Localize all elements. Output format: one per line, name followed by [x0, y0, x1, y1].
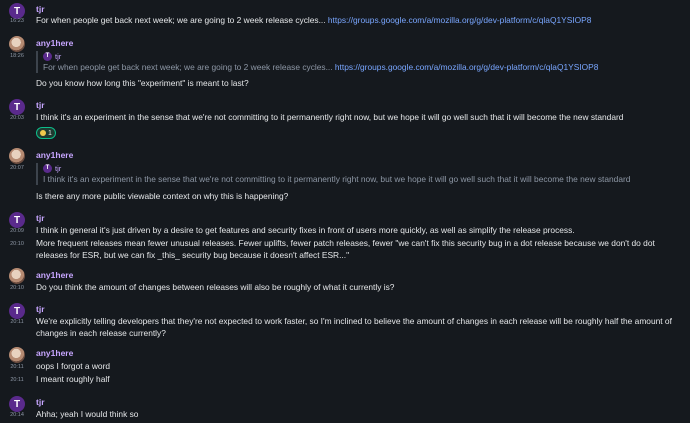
- sender-name[interactable]: tjr: [36, 100, 45, 110]
- timestamp: 20:11: [10, 319, 24, 325]
- message-text: Ahha; yeah I would think so: [36, 409, 139, 419]
- avatar[interactable]: T: [9, 212, 25, 228]
- timestamp: 20:10: [10, 285, 24, 291]
- reply-quote-header: T tjr: [43, 163, 630, 174]
- timestamp: 20:10: [10, 241, 24, 247]
- timestamp: 20:11: [10, 377, 24, 383]
- sender-name[interactable]: any1here: [36, 150, 73, 160]
- timestamp: 20:09: [10, 228, 24, 234]
- thumbs-up-icon: [40, 130, 46, 136]
- timestamp: 20:14: [10, 412, 24, 418]
- reply-quote-sender: tjr: [55, 52, 62, 61]
- message-link[interactable]: https://groups.google.com/a/mozilla.org/…: [328, 15, 591, 25]
- timestamp: 20:11: [10, 364, 24, 370]
- message-text: I think in general it's just driven by a…: [36, 225, 575, 235]
- avatar[interactable]: [9, 268, 25, 284]
- reply-quote[interactable]: T tjr I think it's an experiment in the …: [36, 163, 630, 185]
- timestamp: 16:23: [10, 18, 24, 24]
- timestamp: 20:03: [10, 115, 24, 121]
- message-text: More frequent releases mean fewer unusua…: [36, 238, 655, 260]
- reply-quote-text: For when people get back next week; we a…: [43, 62, 598, 73]
- avatar[interactable]: T: [9, 303, 25, 319]
- message-text: I meant roughly half: [36, 374, 110, 384]
- avatar[interactable]: [9, 347, 25, 363]
- sender-name[interactable]: tjr: [36, 304, 45, 314]
- message-text: Is there any more public viewable contex…: [36, 191, 289, 201]
- avatar[interactable]: T: [9, 99, 25, 115]
- reply-quote-sender: tjr: [55, 164, 62, 173]
- reaction-count: 1: [48, 129, 52, 137]
- reply-quote-text: I think it's an experiment in the sense …: [43, 174, 631, 184]
- avatar[interactable]: T: [9, 3, 25, 19]
- sender-name[interactable]: any1here: [36, 270, 73, 280]
- message-text: oops I forgot a word: [36, 361, 111, 371]
- timestamp: 20:07: [10, 165, 24, 171]
- message-text: Do you think the amount of changes betwe…: [36, 282, 395, 292]
- message-text: We're explicitly telling developers that…: [36, 316, 672, 338]
- avatar[interactable]: [9, 36, 25, 52]
- avatar[interactable]: T: [9, 396, 25, 412]
- avatar: T: [43, 164, 52, 173]
- message-text: I think it's an experiment in the sense …: [36, 112, 624, 122]
- avatar: T: [43, 52, 52, 61]
- reply-quote[interactable]: T tjr For when people get back next week…: [36, 51, 598, 73]
- reply-quote-body: For when people get back next week; we a…: [43, 62, 335, 72]
- sender-name[interactable]: tjr: [36, 213, 45, 223]
- sender-name[interactable]: any1here: [36, 38, 73, 48]
- sender-name[interactable]: tjr: [36, 4, 45, 14]
- sender-name[interactable]: any1here: [36, 348, 73, 358]
- message-link[interactable]: https://groups.google.com/a/mozilla.org/…: [335, 62, 598, 72]
- reaction-badge[interactable]: 1: [36, 127, 56, 139]
- message-text: For when people get back next week; we a…: [36, 15, 684, 27]
- message-text: Do you know how long this "experiment" i…: [36, 78, 249, 88]
- reply-quote-header: T tjr: [43, 51, 598, 62]
- sender-name[interactable]: tjr: [36, 397, 45, 407]
- avatar[interactable]: [9, 148, 25, 164]
- message-body: For when people get back next week; we a…: [36, 15, 328, 25]
- timestamp: 18:26: [10, 53, 24, 59]
